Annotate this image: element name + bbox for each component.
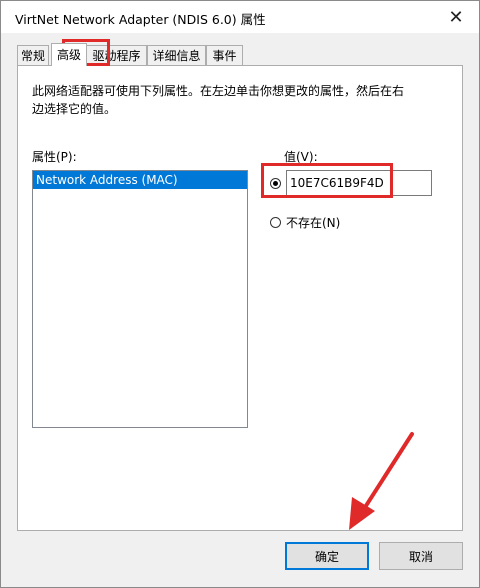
advanced-panel: 此网络适配器可使用下列属性。在左边单击你想更改的属性，然后在右边选择它的值。 属… — [17, 65, 463, 531]
title-bar[interactable]: VirtNet Network Adapter (NDIS 6.0) 属性 ✕ — [1, 1, 479, 33]
ok-button[interactable]: 确定 — [285, 542, 369, 570]
value-input[interactable] — [286, 170, 432, 196]
description-text: 此网络适配器可使用下列属性。在左边单击你想更改的属性，然后在右边选择它的值。 — [32, 84, 405, 116]
tab-general[interactable]: 常规 — [17, 45, 49, 65]
window-title: VirtNet Network Adapter (NDIS 6.0) 属性 — [15, 12, 266, 27]
properties-dialog: VirtNet Network Adapter (NDIS 6.0) 属性 ✕ … — [0, 0, 480, 588]
value-label: 值(V): — [284, 150, 318, 164]
tab-driver[interactable]: 驱动程序 — [86, 45, 147, 65]
property-listbox[interactable]: Network Address (MAC) — [32, 170, 248, 428]
radio-dot-icon — [273, 181, 278, 186]
absent-label: 不存在(N) — [286, 216, 341, 230]
absent-radio[interactable] — [270, 217, 281, 228]
close-icon[interactable]: ✕ — [433, 1, 479, 33]
list-item[interactable]: Network Address (MAC) — [33, 171, 247, 189]
tab-details[interactable]: 详细信息 — [147, 45, 206, 65]
tab-events[interactable]: 事件 — [206, 45, 243, 65]
cancel-button[interactable]: 取消 — [379, 542, 463, 570]
value-radio[interactable] — [270, 178, 281, 189]
tab-advanced[interactable]: 高级 — [51, 43, 87, 66]
property-label: 属性(P): — [32, 150, 77, 164]
